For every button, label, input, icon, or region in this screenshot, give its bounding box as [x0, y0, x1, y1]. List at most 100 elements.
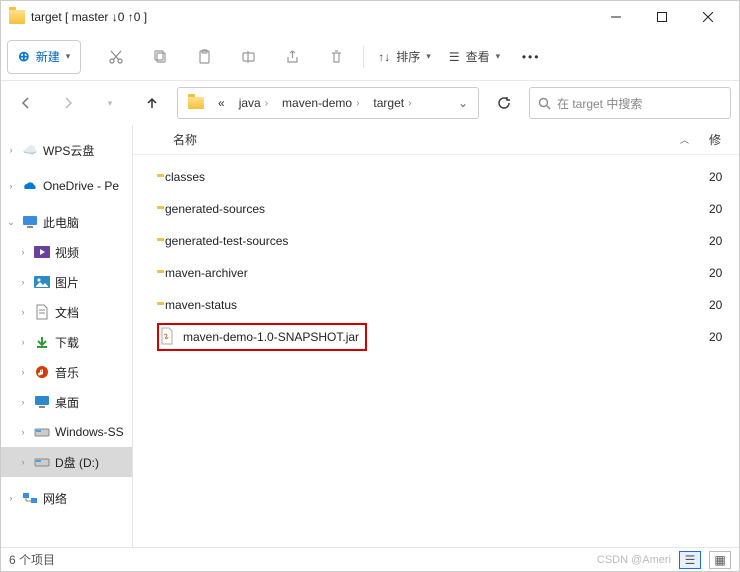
- chevron-right-icon: ›: [408, 98, 411, 109]
- chevron-right-icon: ›: [17, 457, 29, 467]
- sort-asc-icon: ︿: [680, 133, 709, 146]
- watermark: CSDN @Ameri: [597, 554, 671, 566]
- search-placeholder: 在 target 中搜索: [557, 95, 642, 112]
- file-pane: 名称 ︿ 修 classes20generated-sources20gener…: [133, 125, 739, 547]
- view-label: 查看: [466, 48, 490, 65]
- item-count: 6 个项目: [9, 551, 55, 568]
- chevron-down-icon: ▾: [426, 51, 431, 62]
- chevron-right-icon: ›: [17, 307, 29, 317]
- rename-button[interactable]: [227, 39, 269, 75]
- sidebar-item-desktop[interactable]: ›桌面: [1, 387, 132, 417]
- column-name[interactable]: 名称: [133, 131, 680, 148]
- maximize-button[interactable]: [639, 2, 685, 32]
- file-row[interactable]: generated-sources 20: [133, 193, 739, 225]
- chevron-right-icon: ›: [5, 181, 17, 191]
- delete-button[interactable]: [315, 39, 357, 75]
- desktop-icon: [33, 393, 51, 411]
- back-button[interactable]: [9, 86, 43, 120]
- more-button[interactable]: •••: [510, 39, 552, 75]
- navigation-row: ▾ « java › maven-demo › target › ⌄ 在 tar…: [1, 81, 739, 125]
- breadcrumb-item[interactable]: target ›: [367, 92, 417, 114]
- forward-button[interactable]: [51, 86, 85, 120]
- sidebar-item-pc[interactable]: ⌄此电脑: [1, 207, 132, 237]
- new-label: 新建: [36, 48, 60, 65]
- address-bar[interactable]: « java › maven-demo › target › ⌄: [177, 87, 479, 119]
- chevron-right-icon: ›: [5, 493, 17, 503]
- address-dropdown[interactable]: ⌄: [452, 96, 474, 110]
- close-button[interactable]: [685, 2, 731, 32]
- pictures-icon: [33, 273, 51, 291]
- file-name: generated-test-sources: [165, 234, 701, 248]
- jar-file-icon: [159, 327, 175, 348]
- music-icon: [33, 363, 51, 381]
- sidebar-item-wps[interactable]: ›☁️WPS云盘: [1, 135, 132, 165]
- paste-button[interactable]: [183, 39, 225, 75]
- chevron-right-icon: ›: [17, 247, 29, 257]
- file-row[interactable]: maven-demo-1.0-SNAPSHOT.jar20: [133, 321, 739, 353]
- sort-label: 排序: [396, 48, 420, 65]
- network-icon: [21, 489, 39, 507]
- search-input[interactable]: 在 target 中搜索: [529, 87, 731, 119]
- recent-button[interactable]: ▾: [93, 86, 127, 120]
- copy-button[interactable]: [139, 39, 181, 75]
- breadcrumb-prefix: «: [212, 92, 231, 114]
- sidebar-item-documents[interactable]: ›文档: [1, 297, 132, 327]
- chevron-down-icon: ▾: [66, 51, 71, 62]
- chevron-right-icon: ›: [17, 337, 29, 347]
- file-row[interactable]: maven-archiver20: [133, 257, 739, 289]
- file-date: 20: [709, 170, 739, 184]
- drive-icon: [33, 453, 51, 471]
- chevron-right-icon: ›: [17, 277, 29, 287]
- new-button[interactable]: ⊕ 新建 ▾: [7, 40, 81, 74]
- cloud-icon: ☁️: [21, 141, 39, 159]
- file-date: 20: [709, 266, 739, 280]
- sidebar-item-downloads[interactable]: ›下载: [1, 327, 132, 357]
- file-date: 20: [709, 234, 739, 248]
- file-date: 20: [709, 202, 739, 216]
- folder-icon: [9, 9, 25, 25]
- cut-button[interactable]: [95, 39, 137, 75]
- chevron-right-icon: ›: [17, 427, 29, 437]
- file-row[interactable]: classes20: [133, 161, 739, 193]
- window-title: target [ master ↓0 ↑0 ]: [31, 10, 587, 24]
- thumbnails-view-button[interactable]: ▦: [709, 551, 731, 569]
- sidebar-item-d-drive[interactable]: ›D盘 (D:): [1, 447, 132, 477]
- column-modified[interactable]: 修: [709, 131, 739, 148]
- details-view-button[interactable]: ☰: [679, 551, 701, 569]
- file-row[interactable]: generated-test-sources 20: [133, 225, 739, 257]
- file-list: classes20generated-sources20generated-te…: [133, 155, 739, 547]
- share-button[interactable]: [271, 39, 313, 75]
- file-name: generated-sources: [165, 202, 701, 216]
- video-icon: [33, 243, 51, 261]
- onedrive-icon: [21, 177, 39, 195]
- plus-icon: ⊕: [18, 48, 30, 65]
- main: ›☁️WPS云盘 ›OneDrive - Pe ⌄此电脑 ›视频 ›图片 ›文档…: [1, 125, 739, 547]
- chevron-down-icon: ▾: [496, 51, 501, 62]
- file-date: 20: [709, 298, 739, 312]
- sidebar-item-pictures[interactable]: ›图片: [1, 267, 132, 297]
- titlebar: target [ master ↓0 ↑0 ]: [1, 1, 739, 33]
- view-button[interactable]: ☰ 查看 ▾: [441, 39, 508, 75]
- folder-icon: [182, 93, 210, 113]
- sidebar-item-network[interactable]: ›网络: [1, 483, 132, 513]
- up-button[interactable]: [135, 86, 169, 120]
- downloads-icon: [33, 333, 51, 351]
- sidebar-item-windows-ssd[interactable]: ›Windows-SS: [1, 417, 132, 447]
- breadcrumb-item[interactable]: maven-demo ›: [276, 92, 365, 114]
- sidebar-item-music[interactable]: ›音乐: [1, 357, 132, 387]
- file-row[interactable]: maven-status20: [133, 289, 739, 321]
- status-bar: 6 个项目 CSDN @Ameri ☰ ▦: [1, 547, 739, 571]
- refresh-button[interactable]: [487, 88, 521, 118]
- pc-icon: [21, 213, 39, 231]
- sort-button[interactable]: ↑↓ 排序 ▾: [370, 39, 439, 75]
- chevron-right-icon: ›: [5, 145, 17, 155]
- chevron-down-icon: ⌄: [5, 217, 17, 228]
- documents-icon: [33, 303, 51, 321]
- chevron-right-icon: ›: [265, 98, 268, 109]
- sidebar-item-videos[interactable]: ›视频: [1, 237, 132, 267]
- separator: [363, 46, 364, 68]
- breadcrumb-item[interactable]: java ›: [233, 92, 274, 114]
- sidebar-item-onedrive[interactable]: ›OneDrive - Pe: [1, 171, 132, 201]
- minimize-button[interactable]: [593, 2, 639, 32]
- sort-icon: ↑↓: [378, 50, 390, 64]
